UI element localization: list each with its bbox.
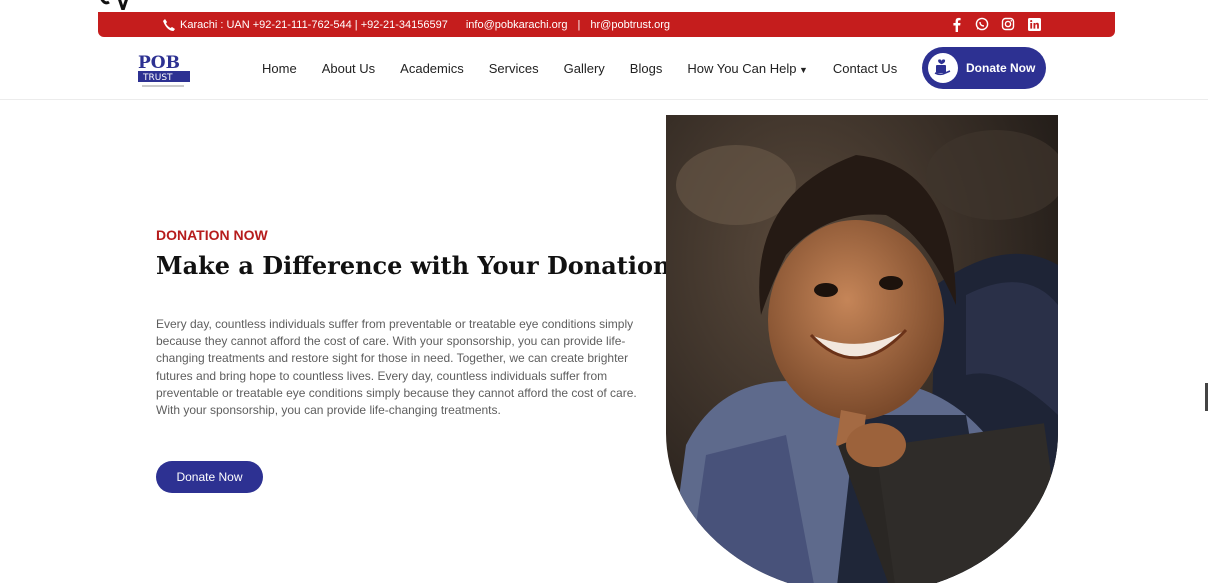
cropped-heading-fragment (100, 0, 128, 10)
donate-now-header-button[interactable]: Donate Now (922, 47, 1046, 89)
whatsapp-icon[interactable] (975, 16, 989, 32)
hero-title: Make a Difference with Your Donation (156, 251, 671, 280)
linkedin-icon[interactable] (1027, 16, 1041, 32)
nav-gallery[interactable]: Gallery (564, 61, 605, 76)
facebook-icon[interactable] (949, 16, 963, 32)
contact-topbar: Karachi : UAN +92-21-111-762-544 | +92-2… (98, 12, 1115, 37)
nav-about-us[interactable]: About Us (322, 61, 375, 76)
social-links (949, 16, 1041, 32)
donate-now-label: Donate Now (966, 61, 1036, 75)
nav-services[interactable]: Services (489, 61, 539, 76)
svg-text:TRUST: TRUST (142, 73, 173, 83)
nav-contact-us[interactable]: Contact Us (833, 61, 897, 76)
section-tag: DONATION NOW (156, 227, 268, 243)
instagram-icon[interactable] (1001, 16, 1015, 32)
svg-text:POB: POB (138, 53, 180, 73)
nav-academics[interactable]: Academics (400, 61, 464, 76)
email-link-info[interactable]: info@pobkarachi.org (466, 19, 568, 31)
email-link-hr[interactable]: hr@pobtrust.org (590, 19, 670, 31)
divider: | (577, 18, 581, 31)
nav-home[interactable]: Home (262, 61, 297, 76)
site-header: POB TRUST Home About Us Academics Servic… (0, 37, 1208, 100)
nav-blogs[interactable]: Blogs (630, 61, 663, 76)
hero-photo-smiling-student (666, 115, 1058, 583)
hero-description: Every day, countless individuals suffer … (156, 317, 637, 418)
donation-hand-icon (928, 53, 958, 83)
nav-how-you-can-help[interactable]: How You Can Help (687, 61, 808, 76)
pob-trust-logo[interactable]: POB TRUST (136, 51, 194, 91)
phone-icon (162, 18, 176, 32)
main-nav: Home About Us Academics Services Gallery… (262, 61, 922, 76)
contact-phone: Karachi : UAN +92-21-111-762-544 | +92-2… (180, 18, 448, 31)
donate-now-button[interactable]: Donate Now (156, 461, 263, 493)
